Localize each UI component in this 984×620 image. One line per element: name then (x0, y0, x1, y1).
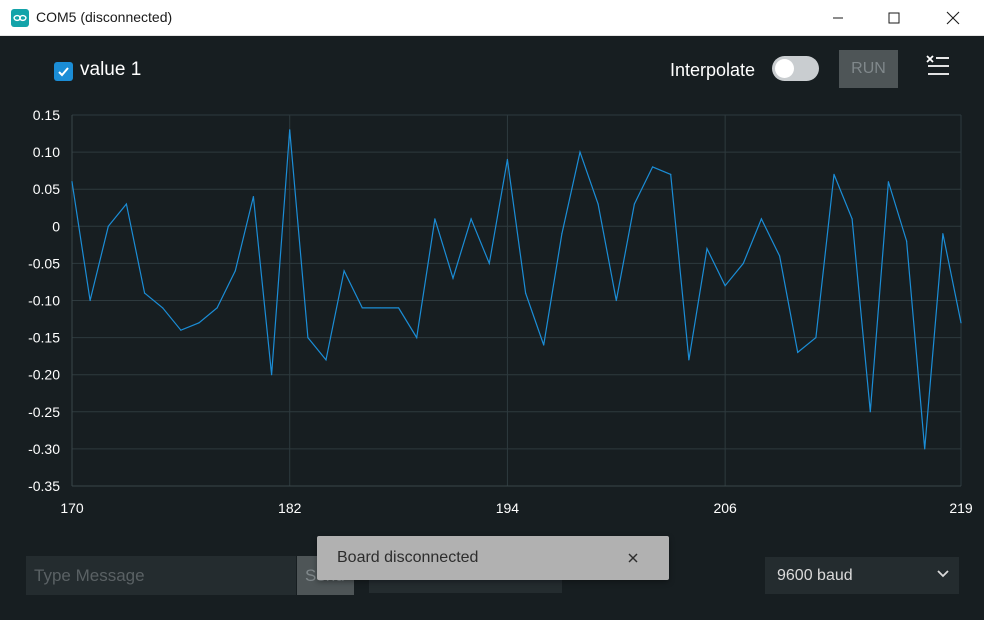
data-point (125, 203, 128, 205)
data-point (887, 181, 890, 183)
data-point (325, 359, 327, 361)
y-tick-label: 0 (52, 218, 60, 234)
x-tick-label: 194 (496, 500, 520, 516)
data-point (851, 218, 853, 220)
x-tick-label: 170 (60, 500, 84, 516)
data-point (742, 262, 744, 264)
y-tick-label: -0.10 (28, 293, 60, 309)
data-point (815, 337, 817, 339)
baud-rate-select[interactable]: 9600 baud (765, 557, 959, 594)
y-tick-label: -0.30 (28, 441, 60, 457)
title-bar: COM5 (disconnected) (0, 0, 984, 36)
data-point (270, 374, 273, 376)
series-checkbox[interactable] (54, 62, 73, 81)
data-point (797, 351, 799, 354)
data-point (651, 166, 654, 168)
x-tick-label: 219 (949, 500, 973, 516)
x-tick-label: 206 (713, 500, 737, 516)
data-point (71, 181, 73, 183)
data-point (180, 329, 182, 331)
data-point (434, 218, 436, 220)
data-point (561, 233, 563, 235)
data-point (470, 218, 472, 220)
data-point (869, 411, 871, 413)
data-point (234, 270, 236, 272)
interpolate-label: Interpolate (670, 60, 756, 80)
toast-message: Board disconnected (337, 549, 479, 566)
window-title: COM5 (disconnected) (36, 9, 173, 25)
maximize-icon (888, 12, 900, 24)
baud-rate-value: 9600 baud (777, 566, 853, 584)
arduino-infinity-icon (11, 9, 29, 27)
y-tick-label: -0.05 (28, 255, 60, 271)
message-input[interactable] (26, 556, 296, 595)
clear-list-icon (926, 55, 949, 75)
data-point (379, 307, 382, 309)
chevron-down-icon (937, 570, 949, 578)
data-point (778, 255, 781, 257)
checkmark-icon (58, 67, 69, 77)
y-tick-label: -0.35 (28, 478, 60, 494)
data-point (670, 173, 672, 175)
y-tick-label: -0.25 (28, 404, 60, 420)
data-point (289, 129, 291, 131)
data-point (361, 307, 363, 309)
data-point (488, 262, 490, 264)
close-button[interactable] (930, 0, 976, 36)
series-label[interactable]: value 1 (80, 59, 141, 81)
minimize-icon (833, 17, 843, 19)
data-point (942, 233, 944, 235)
y-tick-label: 0.15 (33, 107, 60, 123)
close-icon[interactable] (626, 551, 640, 565)
data-point (506, 158, 509, 161)
data-point (416, 337, 418, 339)
maximize-button[interactable] (871, 0, 917, 36)
disconnect-toast: Board disconnected (317, 536, 669, 580)
data-point (688, 359, 690, 361)
data-point (597, 203, 599, 205)
data-point (252, 196, 255, 198)
data-point (343, 270, 345, 272)
data-point (833, 173, 835, 175)
data-point (706, 247, 708, 250)
data-point (724, 285, 726, 287)
data-point (524, 292, 527, 294)
data-point (162, 307, 164, 309)
minimize-button[interactable] (815, 0, 861, 36)
x-tick-label: 182 (278, 500, 302, 516)
data-point (89, 299, 91, 302)
data-point (579, 151, 581, 153)
line-chart: 0.15 0.10 0.05 0 -0.05 -0.10 -0.15 -0.20 -0.25 -0… (28, 107, 973, 516)
data-point (198, 322, 200, 324)
clear-button[interactable] (924, 53, 952, 79)
data-point (760, 218, 763, 220)
data-point (307, 337, 309, 339)
y-tick-label: 0.05 (33, 181, 60, 197)
data-point (452, 277, 454, 279)
data-point (960, 322, 962, 324)
serial-plotter-window: COM5 (disconnected) value 1 Interpolate … (0, 0, 984, 620)
data-point (397, 307, 400, 309)
data-point (143, 292, 146, 294)
data-point (905, 240, 908, 242)
series-line (71, 129, 962, 449)
data-point (216, 307, 218, 309)
interpolate-toggle[interactable] (772, 56, 819, 81)
close-icon (946, 11, 960, 25)
y-tick-label: -0.20 (28, 367, 60, 383)
data-point (543, 344, 545, 346)
data-point (615, 299, 617, 302)
data-point (924, 448, 926, 450)
run-button[interactable]: RUN (839, 50, 898, 88)
data-point (633, 203, 636, 205)
data-point (107, 225, 109, 227)
toggle-knob (775, 59, 794, 78)
y-tick-label: 0.10 (33, 144, 60, 160)
y-tick-label: -0.15 (28, 330, 60, 346)
